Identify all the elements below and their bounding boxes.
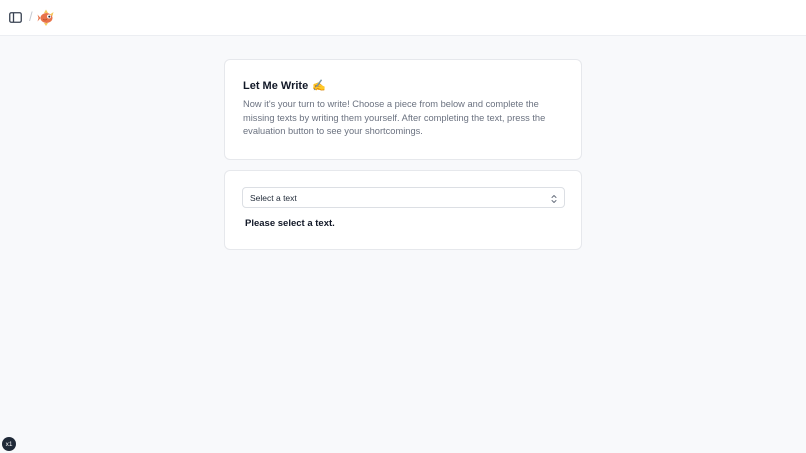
text-select-dropdown[interactable]: Select a text (242, 187, 565, 208)
top-bar: / (0, 0, 806, 36)
select-status-message: Please select a text. (245, 218, 335, 229)
intro-description: Now it's your turn to write! Choose a pi… (243, 99, 546, 136)
chevron-up-down-icon (550, 192, 558, 204)
intro-title: Let Me Write ✍️ (243, 79, 326, 93)
intro-card: Let Me Write ✍️ Now it's your turn to wr… (224, 59, 582, 160)
sidebar-toggle-icon[interactable] (8, 10, 22, 24)
select-value: Select a text (250, 192, 297, 203)
zoom-badge[interactable]: x1 (2, 437, 16, 451)
breadcrumb-separator: / (29, 9, 33, 24)
intro-title-text: Let Me Write (243, 79, 309, 92)
fish-mascot-icon[interactable] (37, 8, 56, 27)
text-select-card: Select a text Please select a text. (224, 170, 582, 250)
writing-hand-icon: ✍️ (312, 80, 326, 92)
